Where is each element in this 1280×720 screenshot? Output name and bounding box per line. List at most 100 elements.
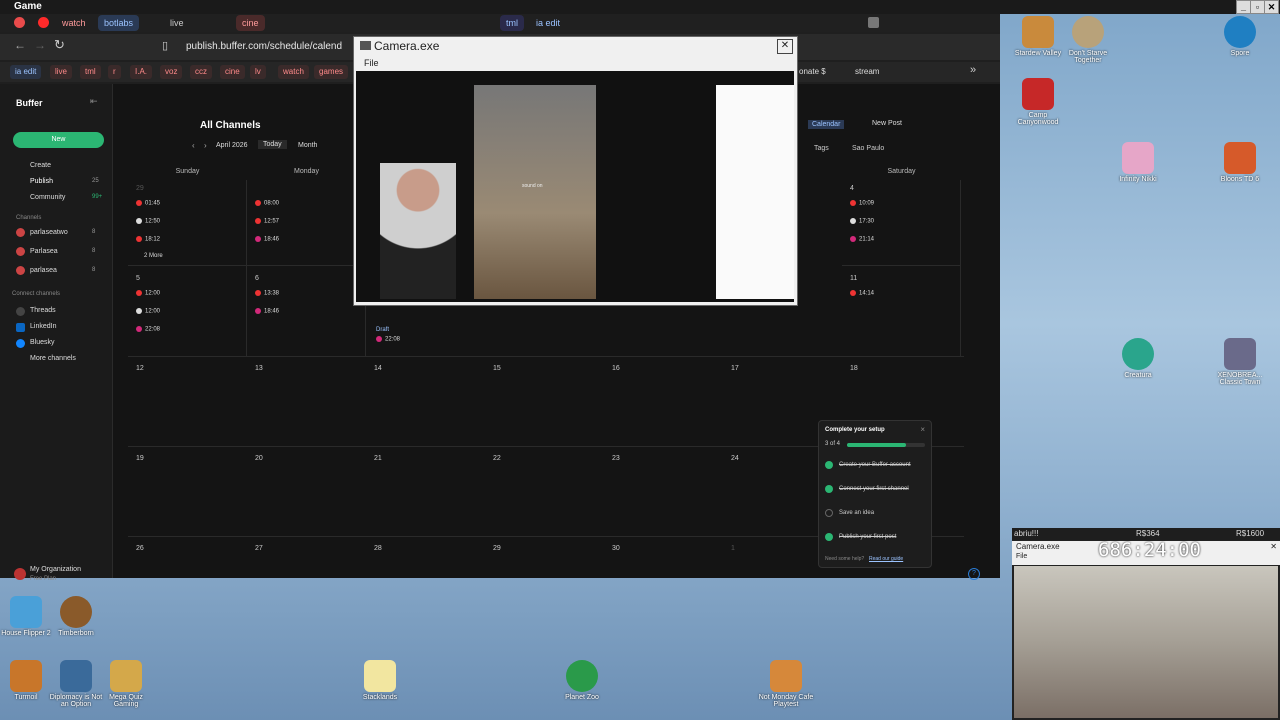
close-icon[interactable]: ✕ bbox=[1270, 542, 1277, 551]
scheduled-post[interactable]: 17:30 bbox=[850, 218, 874, 225]
scheduled-post[interactable]: 13:38 bbox=[255, 290, 279, 297]
sidebar-item-community[interactable]: Community bbox=[30, 194, 65, 201]
tab-cine[interactable]: cine bbox=[236, 15, 265, 31]
bookmark-tml[interactable]: tml bbox=[80, 65, 101, 79]
view-select[interactable]: Month bbox=[298, 142, 317, 149]
desktop-icon-nikki[interactable]: Infinity Nikki bbox=[1108, 142, 1168, 183]
bookmark-ccz[interactable]: ccz bbox=[190, 65, 212, 79]
channel-parlaseatwo[interactable]: parlaseatwo bbox=[30, 229, 68, 236]
post-time: 01:45 bbox=[145, 200, 161, 207]
org-name[interactable]: My Organization bbox=[30, 566, 81, 573]
forward-icon[interactable]: → bbox=[34, 38, 46, 52]
tab-ia-edit[interactable]: ia edit bbox=[530, 15, 566, 31]
close-icon[interactable]: ✕ bbox=[777, 39, 793, 54]
channel-parlasea[interactable]: Parlasea bbox=[30, 248, 58, 255]
prev-icon[interactable]: ‹ bbox=[192, 141, 195, 150]
step-empty-icon bbox=[825, 509, 833, 517]
bookmark-ia[interactable]: I.A. bbox=[130, 65, 153, 79]
today-button[interactable]: Today bbox=[258, 140, 287, 149]
desktop-icon-spore[interactable]: Spore bbox=[1210, 16, 1270, 57]
close-icon[interactable]: × bbox=[920, 425, 925, 434]
post-time: 14:14 bbox=[859, 290, 875, 297]
tab-tml[interactable]: tml bbox=[500, 15, 524, 31]
more-bookmarks-icon[interactable]: » bbox=[970, 64, 976, 76]
file-menu[interactable]: File bbox=[364, 58, 379, 68]
community-count: 99+ bbox=[92, 194, 103, 200]
tags-filter[interactable]: Tags bbox=[814, 145, 829, 152]
tab-botlabs[interactable]: botlabs bbox=[98, 15, 140, 31]
guide-link[interactable]: Read our guide bbox=[869, 556, 903, 562]
scheduled-post[interactable]: 18:46 bbox=[255, 236, 279, 243]
back-icon[interactable]: ← bbox=[14, 38, 26, 52]
desktop-icon-xenobrea[interactable]: XENOBREA... Classic Town bbox=[1210, 338, 1270, 386]
setup-step[interactable]: Connect your first channel bbox=[839, 486, 909, 492]
desktop-icon-stacklands[interactable]: Stacklands bbox=[350, 660, 410, 701]
desktop-icon-not-monday[interactable]: Not Monday Cafe Playtest bbox=[756, 660, 816, 708]
calendar-toggle[interactable]: Calendar bbox=[808, 120, 845, 129]
desktop-icon-creatura[interactable]: Creatura bbox=[1108, 338, 1168, 379]
scheduled-post[interactable]: 21:14 bbox=[850, 236, 874, 243]
scheduled-post[interactable]: 12:57 bbox=[255, 218, 279, 225]
setup-step[interactable]: Create your Buffer account bbox=[839, 462, 911, 468]
new-tab-icon[interactable] bbox=[868, 17, 879, 28]
desktop-icon-mega-quiz[interactable]: Mega Quiz Gaming bbox=[96, 660, 156, 708]
bookmark-games[interactable]: games bbox=[314, 65, 349, 79]
scheduled-post[interactable]: 14:14 bbox=[850, 290, 874, 297]
icon-label: Stardew Valley bbox=[1014, 50, 1062, 57]
setup-progress-text: 3 of 4 bbox=[825, 441, 841, 447]
sidebar-item-create[interactable]: Create bbox=[30, 162, 51, 169]
org-plan: Free Plan bbox=[30, 576, 57, 582]
youtube-icon[interactable] bbox=[38, 17, 49, 28]
setup-step[interactable]: Save an idea bbox=[839, 510, 874, 516]
maximize-button[interactable]: ▫ bbox=[1250, 0, 1265, 14]
connect-bluesky[interactable]: Bluesky bbox=[30, 339, 55, 346]
tab-live[interactable]: live bbox=[164, 15, 190, 31]
scheduled-post[interactable]: 01:45 bbox=[136, 200, 160, 207]
channel-parlasea-2[interactable]: parlasea bbox=[30, 267, 57, 274]
bookmark-lv[interactable]: lv bbox=[250, 65, 266, 79]
scheduled-post[interactable]: 18:12 bbox=[136, 236, 160, 243]
connect-linkedin[interactable]: LinkedIn bbox=[30, 323, 56, 330]
scheduled-post[interactable]: 10:09 bbox=[850, 200, 874, 207]
scheduled-post[interactable]: 22:08 bbox=[136, 326, 160, 333]
collapse-icon[interactable]: ⇤ bbox=[90, 96, 98, 107]
desktop-icon-planet-zoo[interactable]: Planet Zoo bbox=[552, 660, 612, 701]
scheduled-post[interactable]: 08:00 bbox=[255, 200, 279, 207]
bookmark-stream[interactable]: stream bbox=[850, 65, 884, 79]
help-icon[interactable]: ? bbox=[968, 568, 980, 580]
minimize-button[interactable]: _ bbox=[1236, 0, 1251, 14]
bookmark-cine[interactable]: cine bbox=[220, 65, 245, 79]
url-field[interactable]: publish.buffer.com/schedule/calend bbox=[186, 38, 351, 56]
scheduled-post[interactable]: 18:46 bbox=[255, 308, 279, 315]
new-button[interactable]: New bbox=[13, 132, 104, 148]
timezone-select[interactable]: Sao Paulo bbox=[852, 145, 884, 152]
scheduled-post[interactable]: 12:00 bbox=[136, 290, 160, 297]
bookmark-r[interactable]: r bbox=[108, 65, 121, 79]
scheduled-post[interactable]: 22:08 bbox=[376, 336, 400, 343]
sidebar-item-publish[interactable]: Publish bbox=[30, 178, 53, 185]
date: 1 bbox=[731, 545, 735, 552]
new-post-button[interactable]: New Post bbox=[872, 120, 902, 127]
connect-threads[interactable]: Threads bbox=[30, 307, 56, 314]
desktop-icon-dont-starve[interactable]: Don't Starve Together bbox=[1058, 16, 1118, 64]
file-menu[interactable]: File bbox=[1016, 553, 1027, 560]
bookmark-ia-edit[interactable]: ia edit bbox=[10, 65, 42, 79]
bookmark-icon[interactable]: ▯ bbox=[162, 39, 168, 52]
bookmark-onate[interactable]: onate $ bbox=[794, 65, 831, 79]
scheduled-post[interactable]: 12:00 bbox=[136, 308, 160, 315]
post-time: 12:00 bbox=[145, 290, 161, 297]
setup-step[interactable]: Publish your first post bbox=[839, 534, 896, 540]
desktop-icon-timberborn[interactable]: Timberborn bbox=[46, 596, 106, 637]
bookmark-voz[interactable]: voz bbox=[160, 65, 183, 79]
desktop-icon-bloons[interactable]: Bloons TD 6 bbox=[1210, 142, 1270, 183]
bookmark-watch[interactable]: watch bbox=[278, 65, 309, 79]
tab-watch[interactable]: watch bbox=[56, 15, 92, 31]
desktop-icon-camp[interactable]: Camp Canyonwood bbox=[1008, 78, 1068, 126]
close-button[interactable]: ✕ bbox=[1264, 0, 1279, 14]
next-icon[interactable]: › bbox=[204, 141, 207, 150]
more-posts-link[interactable]: 2 More bbox=[144, 253, 163, 259]
reload-icon[interactable]: ↻ bbox=[54, 37, 65, 53]
scheduled-post[interactable]: 12:50 bbox=[136, 218, 160, 225]
bookmark-live[interactable]: live bbox=[50, 65, 73, 79]
more-channels[interactable]: More channels bbox=[30, 355, 76, 362]
